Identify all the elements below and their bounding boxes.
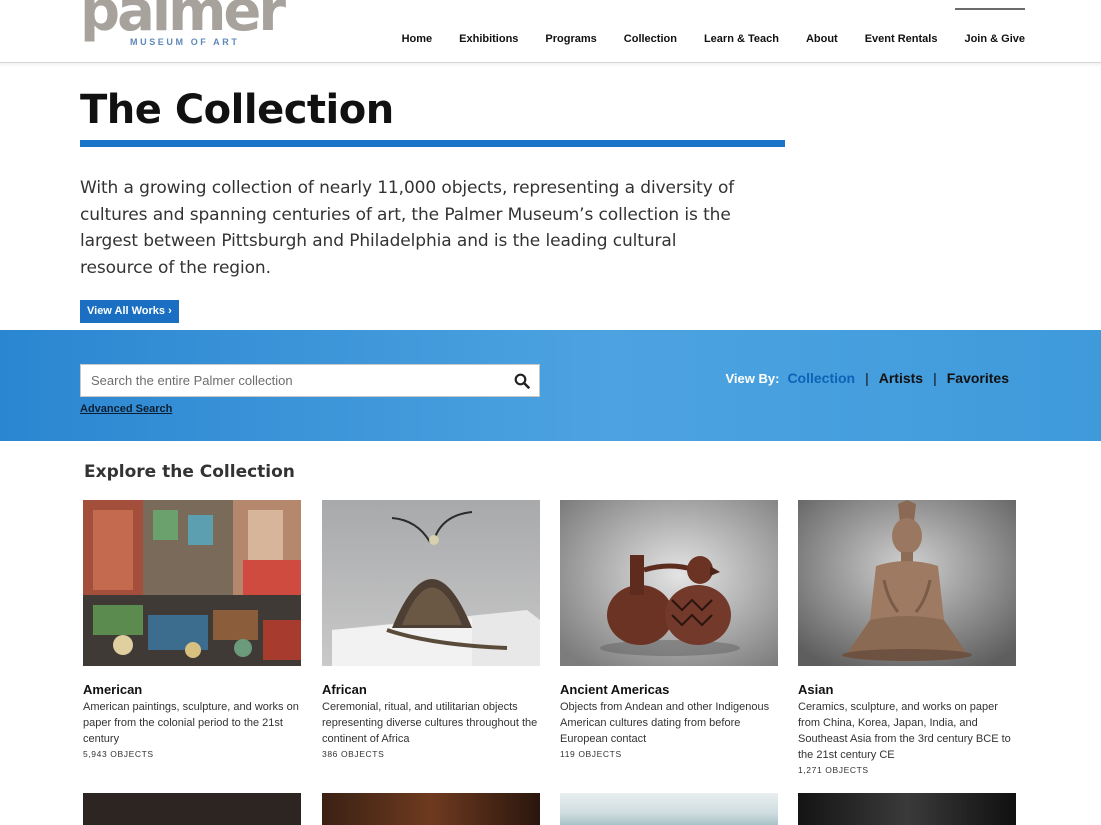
african-headdress-image[interactable] xyxy=(322,500,540,666)
view-all-label: View All Works xyxy=(87,305,166,317)
ancient-americas-vessel-image[interactable] xyxy=(560,500,778,666)
view-by-switcher: View By: Collection | Artists | Favorite… xyxy=(725,370,1009,386)
collection-card-image[interactable] xyxy=(322,793,540,825)
view-by-collection[interactable]: Collection xyxy=(787,370,855,386)
american-painting-image[interactable] xyxy=(83,500,301,666)
collection-card-asian[interactable]: Asian Ceramics, sculpture, and works on … xyxy=(798,500,1016,775)
collection-card-ancient-americas[interactable]: Ancient Americas Objects from Andean and… xyxy=(560,500,778,759)
collection-search-box xyxy=(80,364,540,397)
main-nav: Home Exhibitions Programs Collection Lea… xyxy=(375,33,1025,45)
nav-join-give[interactable]: Join & Give xyxy=(964,33,1025,45)
search-icon[interactable] xyxy=(514,373,530,389)
card-description: Ceremonial, ritual, and utilitarian obje… xyxy=(322,701,538,745)
asian-buddha-sculpture-image[interactable] xyxy=(798,500,1016,666)
collection-card-american[interactable]: American American paintings, sculpture, … xyxy=(83,500,301,759)
header-search-field[interactable] xyxy=(955,8,1025,10)
card-object-count: 386 OBJECTS xyxy=(322,749,385,759)
nav-exhibitions[interactable]: Exhibitions xyxy=(459,33,518,45)
card-title[interactable]: Ancient Americas xyxy=(560,682,778,697)
site-header: palmer MUSEUM OF ART Home Exhibitions Pr… xyxy=(0,0,1101,63)
nav-collection[interactable]: Collection xyxy=(624,33,677,45)
chevron-right-icon: › xyxy=(168,305,172,317)
page-title: The Collection xyxy=(80,87,394,133)
logo-subtitle: MUSEUM OF ART xyxy=(130,37,240,47)
card-description: Objects from Andean and other Indigenous… xyxy=(560,701,770,745)
view-all-works-button[interactable]: View All Works › xyxy=(80,300,179,323)
card-title[interactable]: Asian xyxy=(798,682,1016,697)
card-object-count: 119 OBJECTS xyxy=(560,749,622,759)
search-band: Advanced Search View By: Collection | Ar… xyxy=(0,330,1101,441)
view-by-separator: | xyxy=(933,370,937,386)
card-object-count: 5,943 OBJECTS xyxy=(83,749,154,759)
collection-card-african[interactable]: African Ceremonial, ritual, and utilitar… xyxy=(322,500,540,759)
advanced-search-link[interactable]: Advanced Search xyxy=(80,403,172,415)
view-by-label: View By: xyxy=(725,370,780,386)
card-title[interactable]: American xyxy=(83,682,301,697)
explore-heading: Explore the Collection xyxy=(84,462,295,482)
intro-text: With a growing collection of nearly 11,0… xyxy=(80,178,735,278)
view-by-artists[interactable]: Artists xyxy=(879,370,923,386)
nav-programs[interactable]: Programs xyxy=(545,33,596,45)
collection-card-image[interactable] xyxy=(798,793,1016,825)
title-underline xyxy=(80,140,785,147)
collection-card-image[interactable] xyxy=(560,793,778,825)
nav-home[interactable]: Home xyxy=(402,33,433,45)
logo-wordmark: palmer xyxy=(80,0,286,44)
nav-about[interactable]: About xyxy=(806,33,838,45)
view-by-separator: | xyxy=(865,370,869,386)
card-description: Ceramics, sculpture, and works on paper … xyxy=(798,701,1011,761)
collection-search-input[interactable] xyxy=(91,365,511,396)
nav-event-rentals[interactable]: Event Rentals xyxy=(865,33,938,45)
card-object-count: 1,271 OBJECTS xyxy=(798,765,869,775)
nav-learn-teach[interactable]: Learn & Teach xyxy=(704,33,779,45)
card-title[interactable]: African xyxy=(322,682,540,697)
view-by-favorites[interactable]: Favorites xyxy=(947,370,1009,386)
card-description: American paintings, sculpture, and works… xyxy=(83,701,299,745)
collection-card-image[interactable] xyxy=(83,793,301,825)
palmer-logo[interactable]: palmer MUSEUM OF ART xyxy=(80,0,286,50)
